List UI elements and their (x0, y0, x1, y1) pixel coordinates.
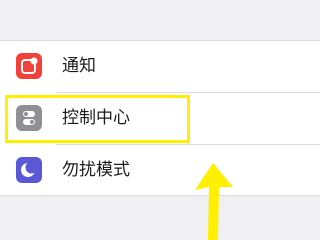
settings-row-do-not-disturb[interactable]: 勿扰模式 (0, 145, 320, 197)
settings-row-label: 勿扰模式 (62, 160, 130, 180)
settings-row-label: 通知 (62, 56, 96, 76)
top-spacing (0, 0, 320, 40)
highlight-box (5, 95, 190, 143)
settings-row-notifications[interactable]: 通知 (0, 41, 320, 93)
notifications-icon (16, 53, 42, 79)
bottom-spacing (0, 196, 320, 240)
do-not-disturb-moon-icon (16, 157, 42, 183)
